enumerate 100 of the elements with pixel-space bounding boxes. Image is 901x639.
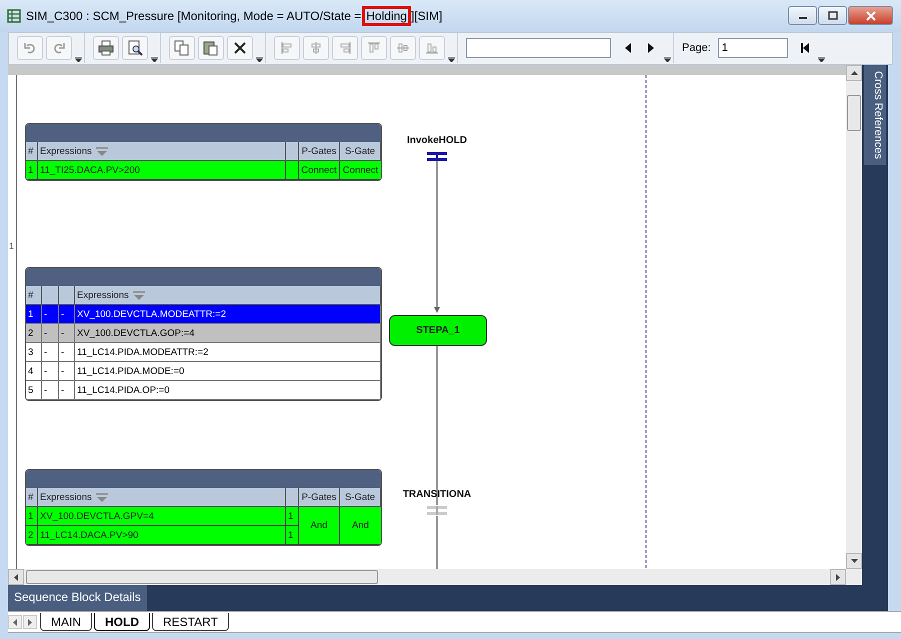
column-header: S-Gate	[340, 142, 381, 162]
column-header[interactable]: Expressions	[77, 290, 129, 301]
undo-button[interactable]	[17, 36, 43, 60]
copy-button[interactable]	[169, 36, 195, 60]
sheet-tab[interactable]: RESTART	[152, 613, 229, 632]
table-cell: 2	[26, 526, 38, 546]
tab-scroll-left-button[interactable]	[8, 615, 22, 630]
column-header[interactable]: Expressions	[40, 492, 92, 503]
paste-icon[interactable]	[203, 40, 219, 56]
table-cell: 1	[26, 507, 38, 526]
paste-button[interactable]	[198, 36, 224, 60]
overflow-icon[interactable]	[664, 57, 671, 62]
align-center-icon[interactable]	[309, 41, 323, 56]
table-cell: 11_LC14.PIDA.MODE:=0	[75, 362, 381, 382]
table-cell: -	[59, 362, 75, 382]
delete-button[interactable]	[227, 36, 253, 60]
left-triangle-icon[interactable]	[623, 42, 633, 54]
page-marker: 1	[9, 241, 14, 252]
vertical-scrollbar[interactable]	[846, 65, 862, 570]
table-cell[interactable]: 5	[26, 381, 42, 400]
printer-icon[interactable]	[98, 40, 114, 56]
page-field[interactable]: 1	[718, 38, 788, 58]
transition-label: InvokeHOLD	[406, 135, 468, 146]
table-cell: 11_TI25.DACA.PV>200	[38, 161, 286, 180]
transition-symbol[interactable]	[427, 152, 447, 162]
column-header: #	[26, 488, 38, 508]
table-cell: 1	[26, 161, 38, 180]
side-tab[interactable]: Cross References	[864, 65, 886, 166]
table-cell: -	[59, 305, 75, 324]
scroll-down-icon[interactable]	[850, 559, 858, 564]
table-cell: -	[59, 324, 75, 344]
table-cell: -	[59, 343, 75, 362]
column-header[interactable]: Expressions	[40, 146, 92, 157]
table-cell[interactable]: 2	[26, 324, 42, 344]
table-cell: 11_LC14.PIDA.OP:=0	[75, 381, 381, 400]
delete-icon[interactable]	[233, 41, 247, 56]
minimize-button[interactable]	[788, 6, 817, 26]
table-cell: -	[42, 324, 59, 344]
search-field[interactable]	[466, 38, 611, 58]
overflow-icon[interactable]	[256, 57, 263, 62]
table-cell[interactable]: 1	[26, 305, 42, 324]
table-cell: Connect	[340, 161, 381, 180]
table-cell: 1	[286, 507, 299, 526]
scroll-up-icon[interactable]	[850, 71, 858, 76]
table-cell: XV_100.DEVCTLA.GPV=4	[38, 507, 286, 526]
tab-scroll-right-button[interactable]	[23, 615, 37, 630]
scroll-thumb[interactable]	[847, 95, 861, 132]
highlight-box: Holding	[362, 6, 411, 26]
table-cell: -	[42, 305, 59, 324]
first-page-icon[interactable]	[800, 42, 810, 54]
scroll-right-icon[interactable]	[836, 574, 840, 581]
scroll-thumb[interactable]	[26, 570, 378, 584]
step-node[interactable]: STEPA_1	[389, 315, 487, 346]
overflow-icon[interactable]	[151, 57, 158, 62]
table-cell: And	[299, 507, 340, 546]
panel-tab[interactable]: Sequence Block Details	[8, 585, 147, 612]
connector-line	[436, 516, 438, 570]
column-header: P-Gates	[299, 142, 340, 162]
table-cell: 1	[286, 526, 299, 546]
magnifier-page-icon[interactable]	[127, 40, 143, 56]
overflow-icon[interactable]	[448, 57, 455, 62]
overflow-icon[interactable]	[818, 57, 825, 62]
column-header: #	[26, 286, 42, 306]
align-right-icon[interactable]	[338, 41, 352, 56]
table-cell: And	[340, 507, 381, 546]
overflow-icon[interactable]	[75, 57, 82, 62]
column-header: P-Gates	[299, 488, 340, 508]
align-left-icon[interactable]	[280, 41, 294, 56]
app-icon	[6, 8, 22, 24]
print-preview-button[interactable]	[122, 36, 148, 60]
redo-icon[interactable]	[52, 41, 66, 56]
table-cell: Connect	[299, 161, 340, 180]
right-triangle-icon[interactable]	[646, 42, 656, 54]
close-button[interactable]	[848, 6, 893, 26]
align-top-icon[interactable]	[367, 41, 381, 56]
arrow-head-icon	[434, 307, 440, 314]
table-cell: -	[59, 381, 75, 400]
table-cell: XV_100.DEVCTLA.GOP:=4	[75, 324, 381, 344]
print-button[interactable]	[93, 36, 119, 60]
window-title-suffix: ][SIM]	[410, 8, 442, 23]
align-middle-icon[interactable]	[396, 41, 410, 56]
table-cell: -	[42, 362, 59, 382]
close-icon[interactable]	[864, 10, 876, 21]
maximize-button[interactable]	[818, 6, 847, 26]
sheet-tab[interactable]: HOLD	[94, 613, 150, 632]
align-bottom-icon[interactable]	[425, 41, 439, 56]
page-label: Page:	[682, 42, 711, 54]
sheet-tab[interactable]: MAIN	[40, 613, 92, 632]
copy-icon[interactable]	[174, 40, 190, 56]
undo-icon[interactable]	[23, 41, 37, 56]
table-cell: 11_LC14.DACA.PV>90	[38, 526, 286, 546]
scroll-left-icon[interactable]	[14, 574, 18, 581]
table-cell: -	[42, 381, 59, 400]
column-header: S-Gate	[340, 488, 381, 508]
table-cell: 11_LC14.PIDA.MODEATTR:=2	[75, 343, 381, 362]
column-header: #	[26, 142, 38, 162]
table-cell[interactable]: 3	[26, 343, 42, 362]
table-cell[interactable]: 4	[26, 362, 42, 382]
table-cell: XV_100.DEVCTLA.MODEATTR:=2	[75, 305, 381, 324]
maximize-icon[interactable]	[828, 11, 838, 20]
